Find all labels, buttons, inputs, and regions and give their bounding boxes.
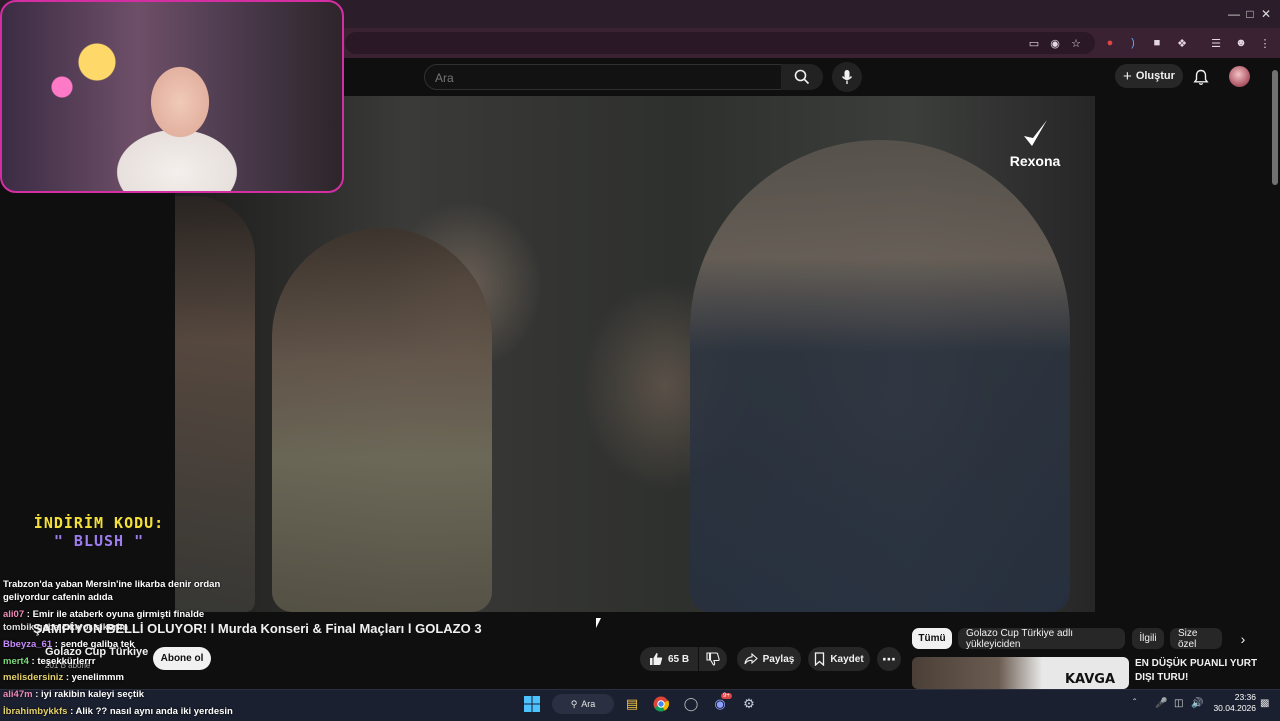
chat-message: geliyordur cafenin adıda <box>3 592 113 603</box>
account-avatar[interactable] <box>1229 66 1250 87</box>
chat-username: ali07 <box>3 609 25 620</box>
promo-title: İNDİRİM KODU: <box>33 514 165 532</box>
chat-message: : teşekkürlerrr <box>31 656 96 667</box>
network-icon[interactable]: ◫ <box>1174 698 1183 709</box>
plus-icon: + <box>1123 67 1132 85</box>
search-icon <box>794 69 810 85</box>
create-button[interactable]: + Oluştur <box>1115 64 1183 88</box>
search-input[interactable] <box>433 68 767 88</box>
windows-start-icon[interactable] <box>521 693 543 715</box>
chat-username: ali47m <box>3 689 33 700</box>
extension-audio-icon[interactable]: ) <box>1124 34 1142 52</box>
chrome-icon[interactable] <box>650 693 672 715</box>
steam-icon[interactable]: ⚙ <box>738 693 760 715</box>
thumbnail-text: KAVGA <box>1064 672 1116 687</box>
more-actions-button[interactable]: ⋯ <box>877 647 901 671</box>
sponsor-logo-text: Rexona <box>1009 153 1061 169</box>
chat-message: : yenelimmm <box>65 672 124 683</box>
volume-icon[interactable]: 🔊 <box>1191 698 1203 709</box>
chat-line: melisdersiniz : yenelimmm <box>3 671 124 684</box>
address-bar[interactable] <box>345 32 1095 54</box>
microphone-tray-icon[interactable]: 🎤 <box>1155 698 1167 709</box>
chip-all[interactable]: Tümü <box>912 628 952 649</box>
scrollbar-thumb[interactable] <box>1272 70 1278 185</box>
eye-off-icon[interactable]: ◉ <box>1046 34 1064 52</box>
chat-line: ali47m : iyi rakibin kaleyi seçtik <box>3 688 144 701</box>
share-arrow-icon <box>744 653 758 665</box>
discord-badge: 9+ <box>721 693 732 699</box>
extension-box-icon[interactable]: ■ <box>1148 34 1166 52</box>
extensions-puzzle-icon[interactable]: ❖ <box>1173 34 1191 52</box>
streamer-webcam-overlay <box>0 0 344 193</box>
notifications-button[interactable] <box>1190 66 1212 88</box>
clock-date: 30.04.2026 <box>1213 703 1256 713</box>
dislike-button[interactable] <box>699 647 727 671</box>
profile-icon[interactable]: ☻ <box>1232 34 1250 52</box>
tray-overflow-icon[interactable]: ˆ <box>1133 698 1136 709</box>
chip-for-you[interactable]: Size özel <box>1170 628 1222 650</box>
chat-line: geliyordur cafenin adıda <box>3 591 113 604</box>
share-label: Paylaş <box>762 653 795 665</box>
extension-red-icon[interactable]: ● <box>1101 34 1119 52</box>
taskbar-search-icon: ⚲ <box>570 698 578 709</box>
app-icon-circles[interactable]: ◯ <box>680 693 702 715</box>
save-button[interactable]: Kaydet <box>808 647 870 671</box>
video-title: ŞAMPİYON BELLİ OLUYOR! l Murda Konseri &… <box>33 621 482 636</box>
chat-line: Trabzon'da yaban Mersin'ine likarba deni… <box>3 578 220 591</box>
like-button[interactable]: 65 B <box>640 647 698 671</box>
create-label: Oluştur <box>1135 70 1175 82</box>
voice-search-button[interactable] <box>832 62 862 92</box>
system-clock[interactable]: 23:36 30.04.2026 <box>1208 692 1256 714</box>
video-frame-person-right <box>690 140 1070 612</box>
like-count: 65 B <box>667 653 690 665</box>
file-explorer-icon[interactable]: ▤ <box>621 693 643 715</box>
chat-username: mert4 <box>3 656 29 667</box>
taskbar-search[interactable]: ⚲ Ara <box>552 694 614 714</box>
browser-menu-icon[interactable]: ⋮ <box>1256 34 1274 52</box>
microphone-icon <box>841 70 853 84</box>
chip-related[interactable]: İlgili <box>1132 628 1164 649</box>
chip-from-uploader[interactable]: Golazo Cup Türkiye adlı yükleyiciden <box>958 628 1125 650</box>
chat-message: Trabzon'da yaban Mersin'ine likarba deni… <box>3 579 221 590</box>
chat-message: : Alik ?? nasıl aynı anda iki yerdesin <box>70 706 233 717</box>
sponsor-logo: Rexona <box>1003 118 1067 169</box>
recommendation-title[interactable]: EN DÜŞÜK PUANLI YURT DIŞI TURU! <box>1135 657 1260 685</box>
subscribe-button[interactable]: Abone ol <box>153 647 211 670</box>
bell-icon <box>1193 69 1209 85</box>
chat-line: İbrahimbykkfs : Alik ?? nasıl aynı anda … <box>3 705 233 718</box>
chat-message: : iyi rakibin kaleyi seçtik <box>35 689 145 700</box>
chat-line: mert4 : teşekkürlerrr <box>3 655 95 668</box>
notification-center-icon[interactable]: ▩ <box>1260 698 1269 709</box>
reading-list-icon[interactable]: ☰ <box>1207 34 1225 52</box>
more-horizontal-icon: ⋯ <box>882 650 896 667</box>
maximize-icon[interactable]: □ <box>1234 0 1266 28</box>
chat-username: İbrahimbykkfs <box>3 706 68 717</box>
chat-username: melisdersiniz <box>3 672 64 683</box>
thumbs-down-icon <box>706 652 720 666</box>
save-label: Kaydet <box>830 653 864 665</box>
mouse-cursor <box>596 618 606 628</box>
video-frame-person-left <box>175 196 255 612</box>
clock-time: 23:36 <box>1234 692 1256 702</box>
thumbs-up-icon <box>649 653 663 665</box>
bookmark-star-icon[interactable]: ☆ <box>1067 34 1085 52</box>
chevron-right-icon[interactable]: › <box>1234 630 1252 648</box>
chat-line: ali07 : Emir ile ataberk oyuna girmişti … <box>3 608 204 621</box>
taskbar-search-label: Ara <box>581 699 596 709</box>
chat-message: : Emir ile ataberk oyuna girmişti finald… <box>26 609 205 620</box>
promo-code-overlay: İNDİRİM KODU: " BLUSH " <box>24 514 174 550</box>
cast-icon[interactable]: ▭ <box>1025 34 1043 52</box>
share-button[interactable]: Paylaş <box>737 647 801 671</box>
video-frame-person-center <box>272 228 492 612</box>
promo-code: " BLUSH " <box>53 532 145 550</box>
search-button[interactable] <box>781 64 823 90</box>
checkmark-logo-icon <box>1024 120 1047 146</box>
bookmark-icon <box>815 652 825 666</box>
